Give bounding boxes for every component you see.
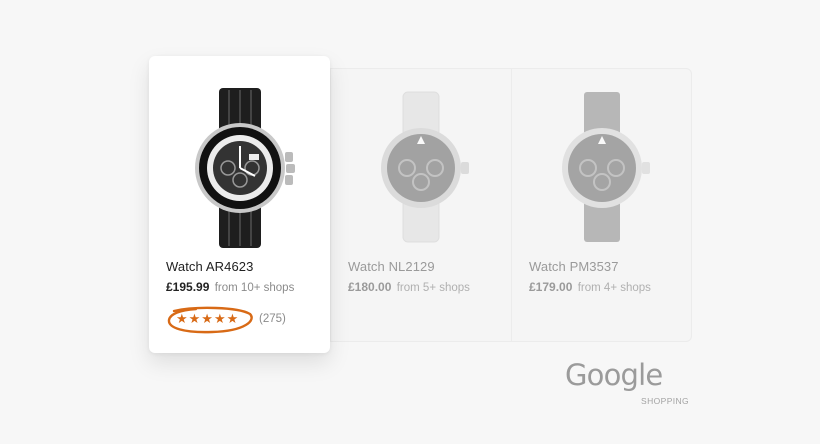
product-card[interactable]: Watch NL2129 £180.00 from 5+ shops bbox=[330, 68, 511, 342]
product-price: £179.00 bbox=[529, 280, 573, 294]
product-price: £195.99 bbox=[166, 280, 210, 294]
shopping-label: SHOPPING bbox=[641, 396, 690, 406]
product-rating: ★★★★★ (275) bbox=[166, 306, 306, 334]
shop-count: from 5+ shops bbox=[396, 282, 470, 294]
product-card[interactable]: Watch PM3537 £179.00 from 4+ shops bbox=[511, 68, 692, 342]
shop-count: from 4+ shops bbox=[577, 282, 651, 294]
white-strap-pilot-watch-icon bbox=[381, 91, 469, 243]
grey-strap-pilot-watch-icon bbox=[562, 92, 650, 242]
product-price: £180.00 bbox=[348, 280, 392, 294]
star-rating: ★★★★★ bbox=[176, 311, 240, 326]
shop-count: from 10+ shops bbox=[214, 282, 295, 294]
product-title[interactable]: Watch NL2129 bbox=[348, 259, 503, 274]
product-title[interactable]: Watch PM3537 bbox=[529, 259, 684, 274]
product-card-selected[interactable]: Watch AR4623 £195.99 from 10+ shops ★★★★… bbox=[149, 56, 330, 353]
google-logo: Google bbox=[565, 358, 663, 392]
product-title[interactable]: Watch AR4623 bbox=[166, 259, 322, 274]
black-chronograph-watch-icon bbox=[195, 88, 295, 248]
review-count: (275) bbox=[259, 313, 286, 325]
